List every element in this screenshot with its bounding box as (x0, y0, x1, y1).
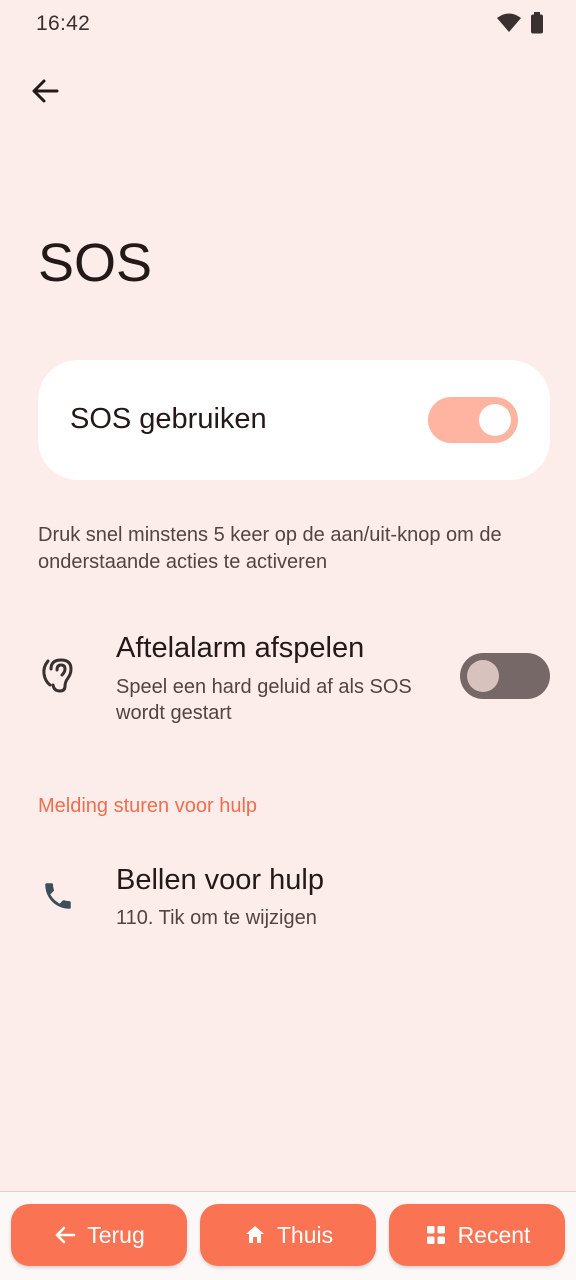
call-help-subtitle: 110. Tik om te wijzigen (116, 907, 317, 929)
sos-description: Druk snel minstens 5 keer op de aan/uit-… (38, 524, 502, 573)
use-sos-switch[interactable] (428, 397, 518, 443)
countdown-alarm-title: Aftelalarm afspelen (116, 632, 365, 664)
status-icons (496, 12, 544, 39)
use-sos-card[interactable]: SOS gebruiken (38, 360, 550, 480)
section-header: Melding sturen voor hulp (38, 795, 258, 817)
switch-thumb (467, 660, 499, 692)
wifi-icon (496, 12, 522, 39)
nav-back-label: Terug (87, 1221, 145, 1248)
nav-back-button[interactable]: Terug (11, 1204, 187, 1266)
phone-icon (38, 876, 78, 916)
page-title: SOS (38, 233, 153, 293)
countdown-alarm-row[interactable]: Aftelalarm afspelen Speel een hard gelui… (0, 620, 576, 740)
grid-icon (424, 1223, 448, 1247)
back-button[interactable] (22, 70, 68, 116)
battery-icon (530, 12, 544, 39)
switch-thumb (479, 404, 511, 436)
home-icon (243, 1223, 267, 1247)
status-bar: 16:42 (0, 0, 576, 50)
nav-home-label: Thuis (276, 1221, 334, 1248)
countdown-alarm-switch[interactable] (460, 653, 550, 699)
ear-icon (38, 656, 78, 696)
arrow-left-icon (53, 1223, 77, 1247)
nav-recent-button[interactable]: Recent (389, 1204, 565, 1266)
call-help-title: Bellen voor hulp (116, 864, 324, 896)
use-sos-label: SOS gebruiken (70, 403, 267, 435)
call-help-row[interactable]: Bellen voor hulp 110. Tik om te wijzigen (0, 850, 576, 950)
nav-home-button[interactable]: Thuis (200, 1204, 376, 1266)
navigation-bar: Terug Thuis Recent (0, 1192, 576, 1280)
nav-recent-label: Recent (457, 1221, 531, 1248)
arrow-left-icon (30, 76, 60, 111)
status-time: 16:42 (36, 12, 91, 35)
countdown-alarm-subtitle: Speel een hard geluid af als SOS wordt g… (116, 676, 412, 724)
